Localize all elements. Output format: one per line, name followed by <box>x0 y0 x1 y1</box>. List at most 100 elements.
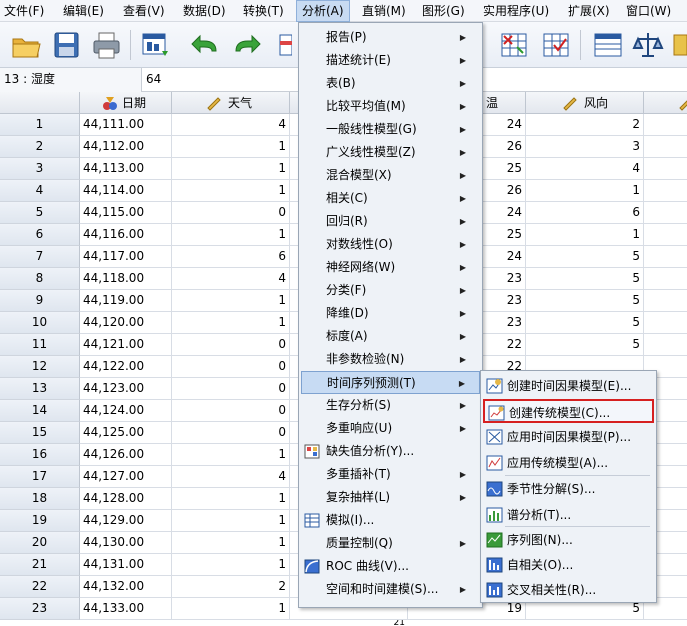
undo-icon[interactable] <box>190 29 222 61</box>
analyze-menu-item[interactable]: 空间和时间建模(S)... ▶ <box>301 578 480 601</box>
grid-cell[interactable]: 1 <box>172 598 290 620</box>
analyze-menu-item[interactable]: 描述统计(E) ▶ <box>301 49 480 72</box>
grid-cell[interactable]: 1 <box>526 224 644 246</box>
analyze-menu-item[interactable]: 模拟(I)... <box>301 509 480 532</box>
grid-cell[interactable]: 44,118.00 <box>80 268 172 290</box>
time-series-menu-item[interactable]: 季节性分解(S)... <box>483 477 654 501</box>
grid-cell[interactable] <box>644 114 687 136</box>
analyze-menu-item[interactable]: 非参数检验(N) ▶ <box>301 348 480 371</box>
grid-cell[interactable] <box>644 312 687 334</box>
grid-cell[interactable]: 1 <box>172 554 290 576</box>
corner-header[interactable] <box>0 92 80 114</box>
grid-cell[interactable]: 1 <box>172 136 290 158</box>
analyze-menu-item[interactable]: 生存分析(S) ▶ <box>301 394 480 417</box>
grid-cell[interactable]: 44,112.00 <box>80 136 172 158</box>
grid-cell[interactable]: 1 <box>172 488 290 510</box>
analyze-menu-item[interactable]: 缺失值分析(Y)... <box>301 440 480 463</box>
grid-cell[interactable]: 1 <box>172 444 290 466</box>
grid-cell[interactable]: 1 <box>526 180 644 202</box>
row-header[interactable]: 11 <box>0 334 80 356</box>
grid-cell[interactable]: 1 <box>172 224 290 246</box>
analyze-menu-item[interactable]: 多重插补(T) ▶ <box>301 463 480 486</box>
analyze-menu-item[interactable]: 广义线性模型(Z) ▶ <box>301 141 480 164</box>
row-header[interactable]: 8 <box>0 268 80 290</box>
row-header[interactable]: 1 <box>0 114 80 136</box>
grid-cell[interactable]: 44,131.00 <box>80 554 172 576</box>
value-labels-icon[interactable] <box>592 29 624 61</box>
menu-utilities[interactable]: 实用程序(U) <box>483 0 549 22</box>
print-icon[interactable] <box>90 29 122 61</box>
row-header[interactable]: 14 <box>0 400 80 422</box>
grid-cell[interactable]: 1 <box>172 158 290 180</box>
grid-cell[interactable]: 4 <box>172 114 290 136</box>
row-header[interactable]: 21 <box>0 554 80 576</box>
menu-data[interactable]: 数据(D) <box>183 0 226 22</box>
grid-cell[interactable]: 5 <box>526 312 644 334</box>
row-header[interactable]: 6 <box>0 224 80 246</box>
grid-cell[interactable]: 44,127.00 <box>80 466 172 488</box>
row-header[interactable]: 13 <box>0 378 80 400</box>
grid-cell[interactable]: 44,117.00 <box>80 246 172 268</box>
select-cases-icon[interactable] <box>540 29 572 61</box>
grid-cell[interactable] <box>644 224 687 246</box>
grid-cell[interactable]: 44,115.00 <box>80 202 172 224</box>
grid-cell[interactable]: 1 <box>172 510 290 532</box>
row-header[interactable]: 22 <box>0 576 80 598</box>
analyze-menu-item[interactable]: 神经网络(W) ▶ <box>301 256 480 279</box>
menu-transform[interactable]: 转换(T) <box>243 0 284 22</box>
menu-edit[interactable]: 编辑(E) <box>63 0 104 22</box>
time-series-menu-item[interactable]: 谱分析(T)... <box>483 503 654 527</box>
analyze-menu-item[interactable]: 分类(F) ▶ <box>301 279 480 302</box>
time-series-menu-item[interactable]: 交叉相关性(R)... <box>483 578 654 602</box>
grid-cell[interactable] <box>644 246 687 268</box>
grid-cell[interactable]: 44,124.00 <box>80 400 172 422</box>
analyze-menu-item[interactable]: 报告(P) ▶ <box>301 26 480 49</box>
row-header[interactable]: 16 <box>0 444 80 466</box>
menu-window[interactable]: 窗口(W) <box>626 0 671 22</box>
grid-cell[interactable]: 44,129.00 <box>80 510 172 532</box>
grid-cell[interactable]: 44,121.00 <box>80 334 172 356</box>
menu-direct-marketing[interactable]: 直销(M) <box>362 0 406 22</box>
analyze-menu-item[interactable]: ROC 曲线(V)... <box>301 555 480 578</box>
row-header[interactable]: 18 <box>0 488 80 510</box>
grid-cell[interactable]: 44,111.00 <box>80 114 172 136</box>
analyze-menu-item[interactable]: 比较平均值(M) ▶ <box>301 95 480 118</box>
analyze-menu-item[interactable]: 一般线性模型(G) ▶ <box>301 118 480 141</box>
weight-cases-icon[interactable] <box>632 29 664 61</box>
grid-cell[interactable] <box>644 180 687 202</box>
grid-cell[interactable]: 0 <box>172 422 290 444</box>
menu-file[interactable]: 文件(F) <box>4 0 44 22</box>
grid-cell[interactable] <box>644 202 687 224</box>
row-header[interactable]: 9 <box>0 290 80 312</box>
grid-cell[interactable]: 44,130.00 <box>80 532 172 554</box>
menu-view[interactable]: 查看(V) <box>123 0 165 22</box>
grid-cell[interactable]: 44,122.00 <box>80 356 172 378</box>
grid-cell[interactable]: 44,123.00 <box>80 378 172 400</box>
analyze-menu-item[interactable]: 复杂抽样(L) ▶ <box>301 486 480 509</box>
row-header[interactable]: 20 <box>0 532 80 554</box>
grid-cell[interactable]: 0 <box>172 378 290 400</box>
menu-extensions[interactable]: 扩展(X) <box>568 0 610 22</box>
column-header-next[interactable] <box>644 92 687 114</box>
analyze-menu-item[interactable]: 回归(R) ▶ <box>301 210 480 233</box>
menu-analyze[interactable]: 分析(A) <box>296 0 350 22</box>
grid-cell[interactable]: 1 <box>172 290 290 312</box>
grid-cell[interactable] <box>644 268 687 290</box>
analyze-menu-item[interactable]: 表(B) ▶ <box>301 72 480 95</box>
grid-cell[interactable]: 4 <box>172 268 290 290</box>
row-header[interactable]: 2 <box>0 136 80 158</box>
grid-cell[interactable]: 44,133.00 <box>80 598 172 620</box>
row-header[interactable]: 23 <box>0 598 80 620</box>
time-series-menu-item[interactable]: 应用传统模型(A)... <box>483 451 654 475</box>
grid-cell[interactable]: 44,128.00 <box>80 488 172 510</box>
grid-cell[interactable]: 5 <box>526 246 644 268</box>
row-header[interactable]: 4 <box>0 180 80 202</box>
grid-cell[interactable]: 5 <box>526 334 644 356</box>
grid-cell[interactable]: 6 <box>172 246 290 268</box>
cell-value-input[interactable]: 64 <box>146 68 161 92</box>
time-series-menu-item[interactable]: 创建时间因果模型(E)... <box>483 374 654 398</box>
grid-cell[interactable]: 0 <box>172 334 290 356</box>
grid-cell[interactable]: 44,116.00 <box>80 224 172 246</box>
column-header-weather[interactable]: 天气 <box>172 92 290 114</box>
grid-cell[interactable]: 2 <box>526 114 644 136</box>
